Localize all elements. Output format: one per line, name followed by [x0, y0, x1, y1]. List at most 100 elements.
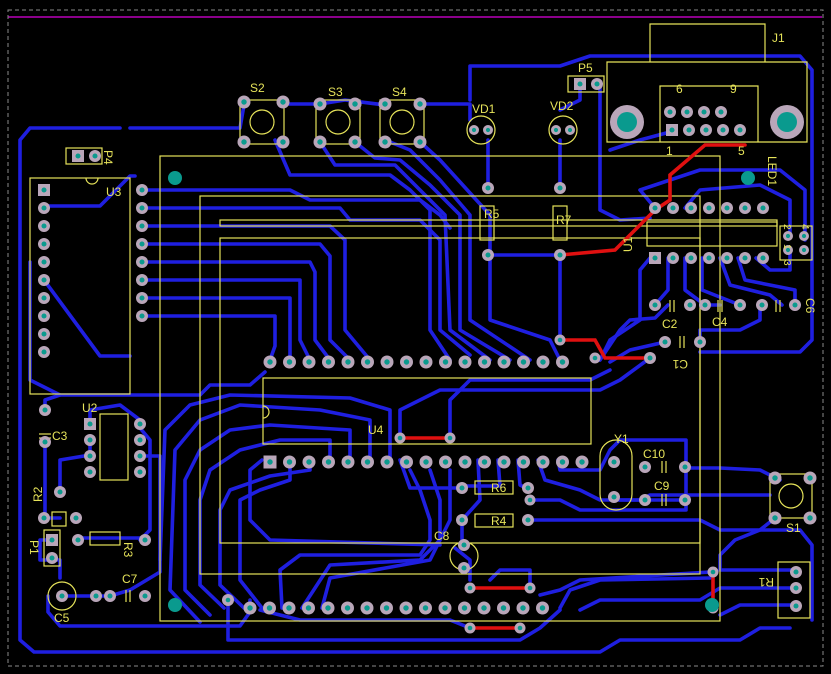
p1-pad-1-hole — [49, 537, 55, 543]
led1-top-pad-1-hole — [652, 205, 658, 211]
j1-row-a-pad-4-hole — [718, 109, 724, 115]
y1-pad-1-hole — [611, 459, 617, 465]
p5-pad-2-hole — [594, 81, 600, 87]
u3-left-pad-4-hole — [41, 241, 47, 247]
via-4-hole — [527, 585, 533, 591]
u3-left-pad-3-hole — [41, 223, 47, 229]
u2-right-pad-3-hole — [137, 453, 143, 459]
u1-bottom-pad-7-hole — [760, 255, 766, 261]
u3-left-pad-7-hole — [41, 295, 47, 301]
vd2-pad-2-hole — [567, 127, 573, 133]
s2-pad-2-hole — [280, 99, 286, 105]
u4-bottom-pad-3-hole — [306, 459, 312, 465]
u3-right-pad-2-hole — [139, 205, 145, 211]
c6-pad-1-hole — [759, 302, 765, 308]
bottom-header-pad-13-hole — [481, 605, 487, 611]
u3-left-pad-9-hole — [41, 331, 47, 337]
u2-right-pad-2-hole — [137, 437, 143, 443]
led1-top-pad-4-hole — [706, 205, 712, 211]
s4-pad-2-hole — [417, 101, 423, 107]
s4-pad-4-hole — [417, 139, 423, 145]
r2-pad-2-hole — [57, 489, 63, 495]
u3-right-pad-8-hole — [139, 313, 145, 319]
u1-bottom-pad-3-hole — [688, 255, 694, 261]
label-vd1: VD1 — [472, 102, 496, 116]
label-c9: C9 — [654, 479, 670, 493]
u1-bottom-pad-1-hole — [652, 255, 658, 261]
hdr-pad-2-hole — [801, 233, 807, 239]
label-y1: Y1 — [614, 432, 629, 446]
u3-right-pad-3-hole — [139, 223, 145, 229]
mounting-hole-2 — [741, 171, 755, 185]
s1-pad-2-hole — [807, 475, 813, 481]
u4-bottom-pad-4-hole — [325, 459, 332, 465]
s3-pad-1-hole — [317, 101, 323, 107]
bottom-header-pad-8-hole — [383, 605, 390, 611]
c10-pad-1-hole — [642, 464, 648, 470]
u4-top-pad-12-hole — [481, 359, 488, 365]
label-hdr-4: 4 — [799, 224, 810, 230]
r7-pad-2-hole — [557, 252, 563, 258]
label-u3: U3 — [106, 185, 122, 199]
label-p5: P5 — [578, 61, 593, 75]
u4-bottom-pad-17-hole — [579, 459, 585, 465]
c9-pad-2-hole — [682, 497, 688, 503]
u4-bottom-pad-9-hole — [423, 459, 429, 465]
via-6-hole — [517, 625, 523, 631]
u2-right-pad-4-hole — [137, 469, 143, 475]
via-2-hole — [447, 435, 453, 441]
u3-right-pad-6-hole — [139, 277, 145, 283]
label-c8: C8 — [434, 529, 450, 543]
c1-extra-pad-hole — [647, 355, 653, 361]
vd1-pad-2-hole — [485, 127, 491, 133]
label-hdr-3: 3 — [781, 260, 792, 266]
u4-top-pad-9-hole — [423, 359, 429, 365]
bottom-header-pad-12-hole — [461, 605, 468, 611]
u4-bottom-pad-1-hole — [267, 459, 273, 465]
u3-right-pad-4-hole — [139, 241, 145, 247]
u4-bottom-pad-14-hole — [520, 459, 527, 465]
label-c7: C7 — [122, 572, 138, 586]
label-hdr-1: 1 — [781, 244, 792, 250]
u2-left-pad-3-hole — [87, 453, 93, 459]
label-led1: LED1 — [765, 156, 779, 186]
label-hdr-2: 2 — [781, 224, 792, 230]
c9-pad-1-hole — [642, 497, 648, 503]
j1-row-b-pad-4-hole — [720, 127, 726, 133]
r1-pad-2-hole — [793, 585, 799, 591]
c1-pad-2-hole — [697, 339, 703, 345]
j1-row-b-pad-5-hole — [737, 127, 743, 133]
label-j1-pin9: 9 — [730, 82, 737, 96]
label-r1: R1 — [758, 575, 774, 589]
c3-pad-2-hole — [42, 439, 48, 445]
c1-pad-1-hole — [662, 339, 668, 345]
u1-bottom-pad-5-hole — [724, 255, 730, 261]
r7-pad-1-hole — [557, 185, 563, 191]
label-r4: R4 — [491, 514, 507, 528]
r2-pad-1-hole — [41, 515, 47, 521]
label-r3: R3 — [121, 542, 135, 558]
r3-pad-2-hole — [142, 537, 148, 543]
bottom-header-pad-3-hole — [286, 605, 292, 611]
s2-pad-3-hole — [241, 139, 247, 145]
u4-top-pad-2-hole — [286, 359, 293, 365]
j1-row-a-pad-1-hole — [667, 109, 673, 115]
r4-pad-1-hole — [459, 517, 465, 523]
s1-pad-4-hole — [807, 515, 813, 521]
s2-pad-1-hole — [241, 99, 247, 105]
u1-bottom-pad-6-hole — [742, 255, 748, 261]
bottom-header-pad-5-hole — [325, 605, 331, 611]
u4-bottom-pad-2-hole — [286, 459, 293, 465]
u2-body — [99, 413, 129, 481]
led1-top-pad-2-hole — [670, 205, 676, 211]
u4-bottom-pad-6-hole — [364, 459, 371, 465]
u4-top-pad-3-hole — [306, 359, 312, 365]
u4-bottom-pad-7-hole — [384, 459, 390, 465]
u3-right-pad-5-hole — [139, 259, 145, 265]
via-5-hole — [467, 625, 473, 631]
bottom-header-pad-9-hole — [403, 605, 409, 611]
p1-pad-2-hole — [49, 555, 55, 561]
u4-top-pad-14-hole — [520, 359, 527, 365]
u3-left-pad-5-hole — [41, 259, 47, 265]
u3-right-pad-1-hole — [139, 187, 145, 193]
